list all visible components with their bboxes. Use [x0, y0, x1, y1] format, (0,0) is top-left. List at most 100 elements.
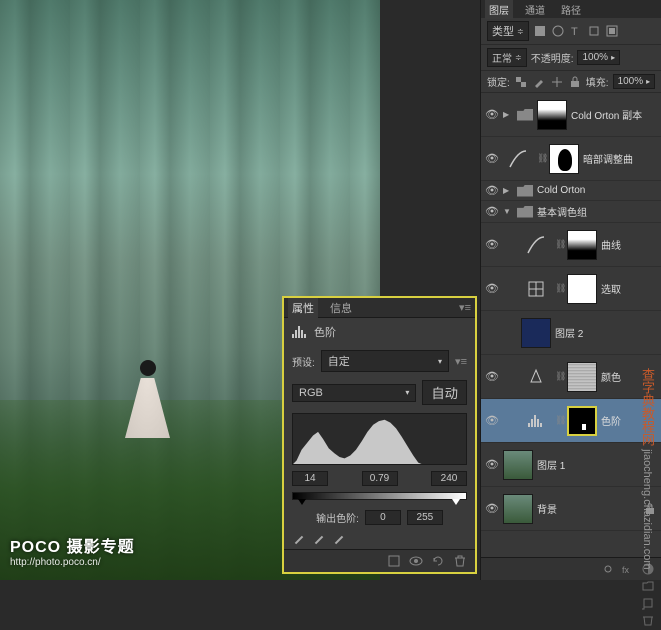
visibility-toggle[interactable]: 👁 — [485, 184, 499, 197]
layer-thumbnail[interactable] — [521, 318, 551, 348]
visibility-toggle[interactable]: 👁 — [485, 458, 499, 471]
visibility-toggle[interactable]: 👁 — [485, 414, 499, 427]
tab-layers[interactable]: 图层 — [485, 0, 513, 19]
layer-name: 图层 2 — [555, 325, 583, 340]
filter-adjust-icon[interactable] — [551, 24, 565, 38]
layer-name: 曲线 — [601, 237, 621, 252]
expand-icon[interactable]: ▶ — [503, 186, 513, 195]
color-balance-icon — [521, 362, 551, 392]
blend-mode-dropdown[interactable]: 正常 ≑ — [487, 48, 527, 67]
filter-text-icon[interactable]: T — [569, 24, 583, 38]
slider-white-icon[interactable] — [452, 499, 460, 505]
expand-icon[interactable]: ▶ — [503, 110, 513, 119]
layer-thumbnail[interactable] — [503, 450, 533, 480]
lock-all-icon[interactable] — [568, 75, 582, 89]
mask-thumbnail[interactable] — [537, 100, 567, 130]
lock-transparent-icon[interactable] — [514, 75, 528, 89]
layers-list[interactable]: 👁 ▶ Cold Orton 副本 👁 ⛓ 暗部调整曲 👁 ▶ Cold Ort… — [481, 93, 661, 557]
output-label: 输出色阶: — [316, 510, 359, 525]
link-icon[interactable]: ⛓ — [555, 239, 563, 250]
visibility-toggle[interactable]: 👁 — [485, 502, 499, 515]
output-gradient[interactable] — [292, 492, 467, 500]
layer-thumbnail[interactable] — [503, 494, 533, 524]
lock-label: 锁定: — [487, 74, 510, 89]
fx-icon[interactable]: fx — [621, 562, 635, 576]
input-gamma[interactable] — [362, 471, 398, 486]
link-icon[interactable]: ⛓ — [555, 283, 563, 294]
lock-paint-icon[interactable] — [532, 75, 546, 89]
layer-name: 选取 — [601, 281, 621, 296]
layer-row[interactable]: 👁 图层 1 — [481, 443, 661, 487]
filter-smart-icon[interactable] — [605, 24, 619, 38]
filter-kind-dropdown[interactable]: 类型 ≑ — [487, 21, 529, 41]
eyedropper-white-icon[interactable] — [332, 533, 346, 547]
eyedroppers — [284, 531, 475, 549]
tab-info[interactable]: 信息 — [326, 298, 356, 318]
visibility-toggle[interactable]: 👁 — [485, 238, 499, 251]
layer-row[interactable]: 👁 ⛓ 选取 — [481, 267, 661, 311]
tab-paths[interactable]: 路径 — [557, 0, 585, 19]
mask-thumbnail[interactable] — [567, 230, 597, 260]
visibility-toggle[interactable]: 👁 — [485, 282, 499, 295]
properties-panel: 属性 信息 ▾≡ 色阶 预设: 自定 ▾ ▾≡ RGB ▾ 自动 — [282, 296, 477, 574]
visibility-toggle[interactable]: 👁 — [485, 205, 499, 218]
tab-properties[interactable]: 属性 — [288, 298, 318, 318]
output-white[interactable] — [407, 510, 443, 525]
visibility-toggle[interactable]: 👁 — [485, 152, 499, 165]
layers-footer: fx — [481, 557, 661, 580]
preset-menu-icon[interactable]: ▾≡ — [455, 355, 467, 368]
site-url: jiaocheng.chazidian.com — [641, 450, 653, 570]
image-figure — [125, 360, 170, 450]
mask-thumbnail[interactable] — [567, 406, 597, 436]
mask-thumbnail[interactable] — [567, 362, 597, 392]
histogram[interactable] — [292, 413, 467, 465]
link-icon[interactable]: ⛓ — [555, 371, 563, 382]
layer-row[interactable]: 👁 ⛓ 色阶 — [481, 399, 661, 443]
lock-move-icon[interactable] — [550, 75, 564, 89]
layer-row[interactable]: 👁 ⛓ 颜色 — [481, 355, 661, 399]
fill-input[interactable]: 100% ▸ — [613, 74, 656, 89]
trash-icon[interactable] — [641, 613, 655, 627]
expand-icon[interactable]: ▼ — [503, 207, 513, 216]
visibility-toggle[interactable]: 👁 — [485, 370, 499, 383]
layer-row[interactable]: 👁 ⛓ 曲线 — [481, 223, 661, 267]
filter-shape-icon[interactable] — [587, 24, 601, 38]
filter-pixel-icon[interactable] — [533, 24, 547, 38]
opacity-input[interactable]: 100% ▸ — [577, 50, 620, 65]
clip-icon[interactable] — [387, 554, 401, 568]
slider-black-icon[interactable] — [298, 499, 306, 505]
lock-row: 锁定: 填充: 100% ▸ — [481, 71, 661, 93]
mask-thumbnail[interactable] — [549, 144, 579, 174]
auto-button[interactable]: 自动 — [422, 380, 467, 405]
mask-thumbnail[interactable] — [567, 274, 597, 304]
layer-row[interactable]: 👁 ▶ Cold Orton — [481, 181, 661, 201]
trash-icon[interactable] — [453, 554, 467, 568]
link-icon[interactable]: ⛓ — [537, 153, 545, 164]
panel-menu-icon[interactable]: ▾≡ — [459, 301, 471, 314]
link-icon[interactable] — [601, 562, 615, 576]
preset-dropdown[interactable]: 自定 ▾ — [321, 350, 449, 372]
eyedropper-gray-icon[interactable] — [312, 533, 326, 547]
tab-channels[interactable]: 通道 — [521, 0, 549, 19]
reset-icon[interactable] — [431, 554, 445, 568]
input-white[interactable] — [431, 471, 467, 486]
layer-row[interactable]: 👁 ▶ Cold Orton 副本 — [481, 93, 661, 137]
layer-row[interactable]: 👁 背景 — [481, 487, 661, 531]
adjustment-name: 色阶 — [314, 324, 336, 340]
output-black[interactable] — [365, 510, 401, 525]
input-black[interactable] — [292, 471, 328, 486]
layer-name: 背景 — [537, 501, 557, 516]
layer-name: Cold Orton 副本 — [571, 107, 642, 122]
new-layer-icon[interactable] — [641, 596, 655, 610]
histogram-curve — [293, 414, 422, 464]
layer-row[interactable]: 👁 ⛓ 暗部调整曲 — [481, 137, 661, 181]
visibility-toggle[interactable]: 👁 — [485, 108, 499, 121]
layer-row[interactable]: 👁 ▼ 基本调色组 — [481, 201, 661, 223]
channel-dropdown[interactable]: RGB ▾ — [292, 384, 416, 402]
eye-icon[interactable] — [409, 554, 423, 568]
layer-name: 基本调色组 — [537, 204, 587, 219]
link-icon[interactable]: ⛓ — [555, 415, 563, 426]
layer-row[interactable]: 图层 2 — [481, 311, 661, 355]
eyedropper-black-icon[interactable] — [292, 533, 306, 547]
group-icon[interactable] — [641, 579, 655, 593]
